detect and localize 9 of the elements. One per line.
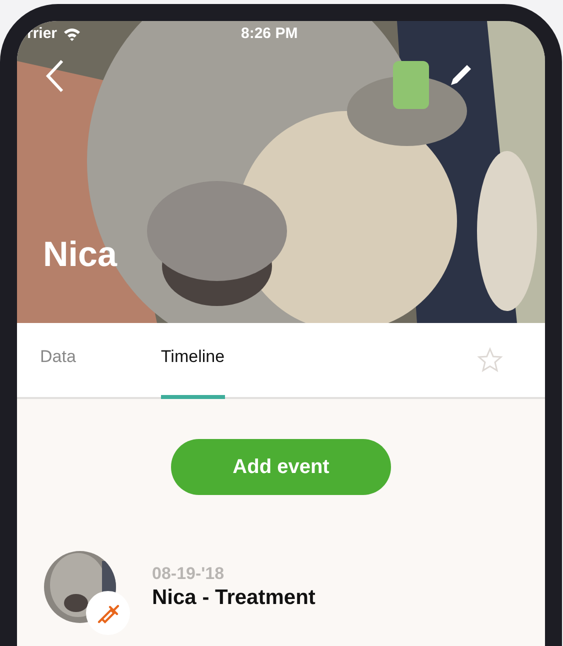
animal-name: Nica — [43, 235, 117, 275]
tab[interactable]: Timeline — [160, 323, 225, 399]
carrier-name: rrier — [27, 25, 58, 42]
tab[interactable]: Data — [40, 323, 76, 399]
event-title: Nica - Treatment — [152, 586, 316, 610]
status-time: 8:26 PM — [241, 25, 298, 42]
add-event-button[interactable]: Add event — [171, 439, 391, 495]
event-date: 08-19-'18 — [152, 564, 226, 584]
wifi-icon — [63, 26, 82, 40]
